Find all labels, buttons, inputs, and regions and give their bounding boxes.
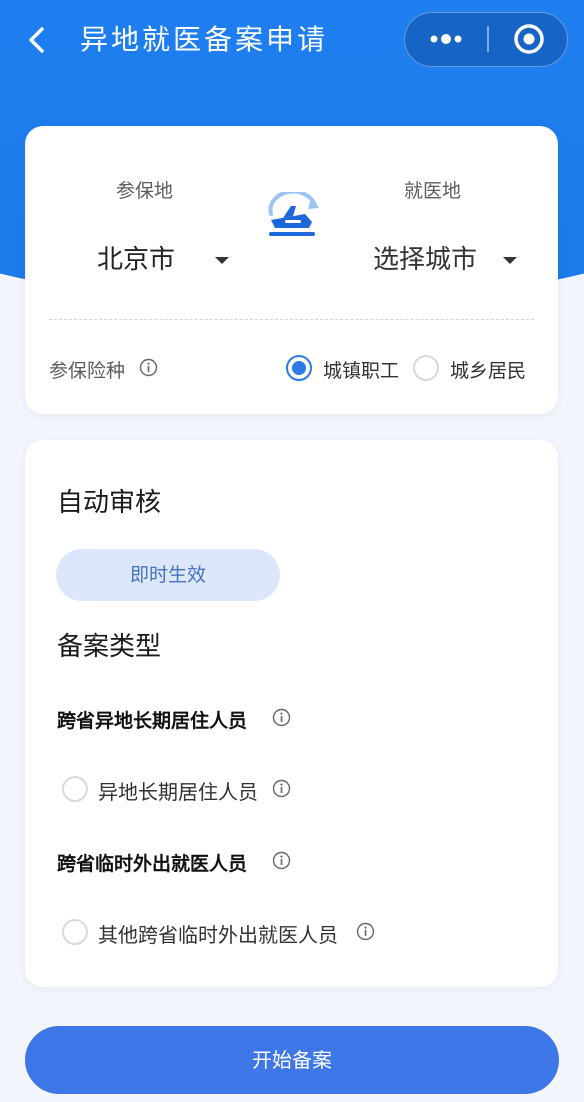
more-button[interactable]: [405, 13, 487, 65]
location-card: 参保地 就医地 北京市 选择城市 参保险种 城镇职工 城乡居民: [25, 126, 558, 414]
radio-long-term-resident[interactable]: [62, 776, 88, 802]
page-title: 异地就医备案申请: [80, 23, 329, 56]
mini-program-capsule: [404, 12, 568, 67]
app-page: 异地就医备案申请 参保地 就医地 北京市 选择城市 参保险种 城镇职工 城乡居民…: [0, 0, 584, 1102]
start-filing-button[interactable]: 开始备案: [25, 1026, 559, 1094]
radio-temporary-medical[interactable]: [62, 919, 88, 945]
insured-location-label: 参保地: [116, 180, 174, 202]
radio-urban-rural-resident[interactable]: [413, 355, 439, 381]
back-button[interactable]: [22, 22, 56, 58]
radio-urban-employee[interactable]: [286, 355, 312, 381]
option-urban-employee-label: 城镇职工: [323, 360, 400, 382]
chevron-left-icon: [29, 27, 44, 53]
info-icon[interactable]: [356, 922, 375, 941]
caret-down-icon: [215, 257, 229, 264]
medical-city-select[interactable]: 选择城市: [373, 240, 523, 280]
info-icon[interactable]: [272, 851, 291, 870]
option-long-term-resident-label: 异地长期居住人员: [98, 780, 258, 804]
filing-card: 自动审核 即时生效 备案类型 跨省异地长期居住人员 异地长期居住人员 跨省临时外…: [25, 440, 558, 987]
insured-city-select[interactable]: 北京市: [97, 240, 237, 280]
medical-location-label: 就医地: [404, 180, 462, 202]
nav-bar: 异地就医备案申请: [0, 0, 584, 80]
insurance-type-label: 参保险种: [49, 360, 126, 382]
insured-city-value: 北京市: [97, 245, 176, 275]
filing-type-title: 备案类型: [57, 632, 162, 662]
target-circle-icon: [514, 24, 544, 54]
option-temporary-medical-label: 其他跨省临时外出就医人员: [98, 923, 338, 947]
instant-effect-badge: 即时生效: [56, 549, 280, 601]
caret-down-icon: [503, 257, 517, 264]
group-long-term-title: 跨省异地长期居住人员: [57, 710, 248, 732]
medical-city-value: 选择城市: [373, 245, 478, 275]
info-icon[interactable]: [139, 358, 158, 377]
more-dots-icon: [430, 34, 462, 44]
review-title: 自动审核: [57, 488, 162, 518]
plane-transfer-icon[interactable]: [261, 192, 323, 242]
option-urban-rural-resident-label: 城乡居民: [450, 360, 527, 382]
dashed-divider: [49, 319, 534, 320]
close-button[interactable]: [488, 13, 568, 65]
info-icon[interactable]: [272, 708, 291, 727]
group-temporary-title: 跨省临时外出就医人员: [57, 853, 248, 875]
info-icon[interactable]: [272, 779, 291, 798]
